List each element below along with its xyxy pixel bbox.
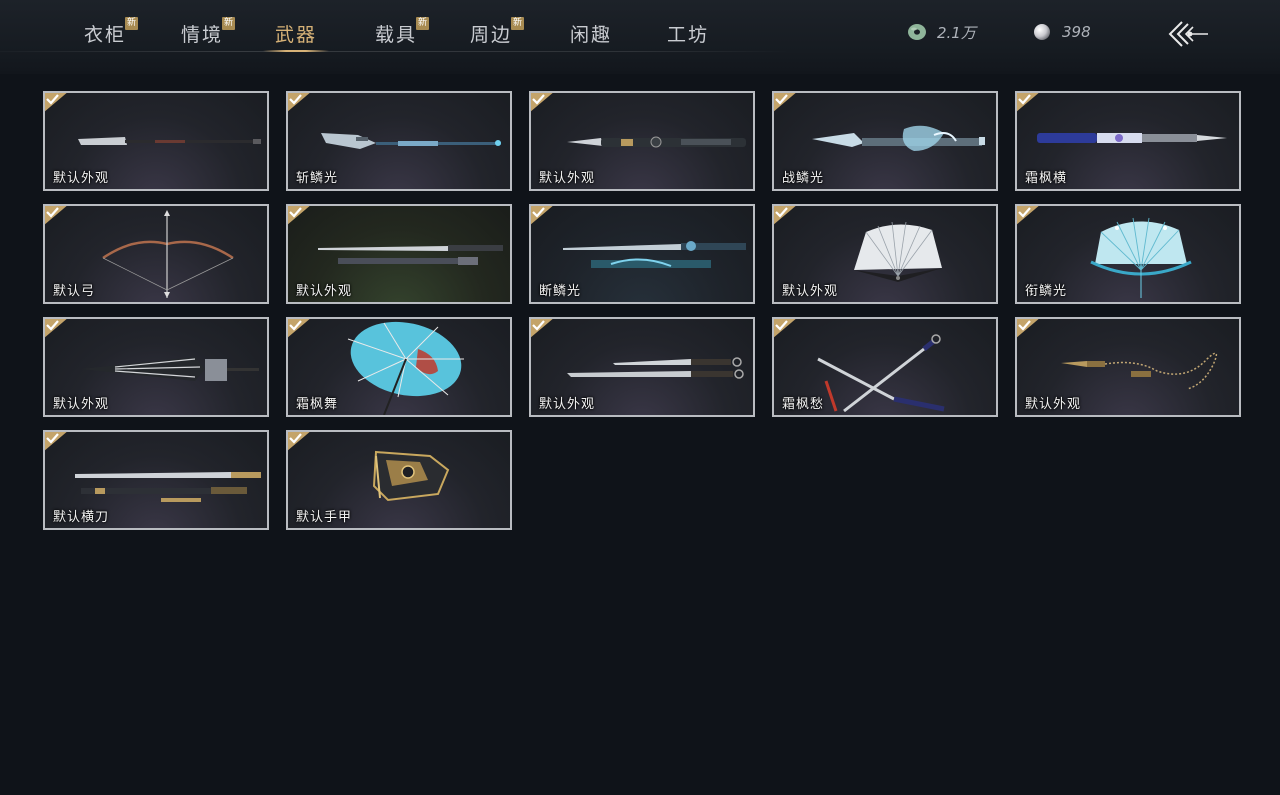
weapon-card[interactable]: 默认外观 <box>1015 317 1241 417</box>
owned-check-icon <box>288 319 310 338</box>
tab-scenes[interactable]: 情境 新 <box>181 17 236 52</box>
tab-vehicles[interactable]: 载具 新 <box>375 17 430 52</box>
tab-label: 载具 <box>375 24 418 46</box>
top-bar: 衣柜 新 情境 新 武器 载具 新 周边 新 闲趣 工坊 2.1万 398 <box>0 0 1280 74</box>
tab-label: 衣柜 <box>84 24 127 46</box>
weapon-card[interactable]: 霜枫愁 <box>772 317 998 417</box>
tab-label: 周边 <box>470 24 513 46</box>
weapon-card[interactable]: 默认外观 <box>286 204 512 304</box>
jade-coin-icon <box>908 24 926 40</box>
weapon-name: 默认外观 <box>296 284 353 299</box>
owned-check-icon <box>45 319 67 338</box>
owned-check-icon <box>774 319 796 338</box>
tab-label: 闲趣 <box>570 24 613 46</box>
tab-workshop[interactable]: 工坊 <box>667 20 709 52</box>
jade-currency: 2.1万 <box>907 22 976 42</box>
owned-check-icon <box>1017 319 1039 338</box>
weapon-card[interactable]: 默认外观 <box>529 91 755 191</box>
new-badge: 新 <box>222 17 236 30</box>
owned-check-icon <box>531 206 553 225</box>
weapon-name: 霜枫愁 <box>782 397 825 412</box>
weapon-card[interactable]: 霜枫横 <box>1015 91 1241 191</box>
weapon-card[interactable]: 衔鳞光 <box>1015 204 1241 304</box>
tab-label: 工坊 <box>667 24 710 46</box>
owned-check-icon <box>288 93 310 112</box>
weapon-name: 默认横刀 <box>53 510 110 525</box>
owned-check-icon <box>1017 93 1039 112</box>
weapon-card[interactable]: 断鳞光 <box>529 204 755 304</box>
owned-check-icon <box>45 206 67 225</box>
pearl-currency: 398 <box>1032 22 1091 42</box>
weapon-name: 断鳞光 <box>539 284 582 299</box>
owned-check-icon <box>531 319 553 338</box>
weapon-name: 战鳞光 <box>782 171 825 186</box>
pearl-icon <box>1034 24 1050 40</box>
weapon-card[interactable]: 默认横刀 <box>43 430 269 530</box>
owned-check-icon <box>774 93 796 112</box>
owned-check-icon <box>1017 206 1039 225</box>
weapon-card[interactable]: 斩鳞光 <box>286 91 512 191</box>
owned-check-icon <box>288 432 310 451</box>
weapon-card[interactable]: 战鳞光 <box>772 91 998 191</box>
pearl-amount: 398 <box>1062 23 1091 41</box>
tab-leisure[interactable]: 闲趣 <box>570 20 612 52</box>
owned-check-icon <box>774 206 796 225</box>
weapon-card[interactable]: 默认弓 <box>43 204 269 304</box>
weapon-name: 衔鳞光 <box>1025 284 1068 299</box>
weapon-card[interactable]: 默认外观 <box>529 317 755 417</box>
weapon-card[interactable]: 霜枫舞 <box>286 317 512 417</box>
weapon-name: 默认外观 <box>53 397 110 412</box>
weapon-card[interactable]: 默认外观 <box>772 204 998 304</box>
back-button[interactable] <box>1166 18 1212 50</box>
active-tab-underline <box>263 50 330 52</box>
back-arrow-icon <box>1168 21 1208 47</box>
new-badge: 新 <box>416 17 430 30</box>
weapon-card[interactable]: 默认手甲 <box>286 430 512 530</box>
weapon-name: 默认外观 <box>1025 397 1082 412</box>
weapon-name: 默认弓 <box>53 284 96 299</box>
owned-check-icon <box>45 93 67 112</box>
tab-label: 武器 <box>275 24 318 46</box>
weapon-name: 斩鳞光 <box>296 171 339 186</box>
weapon-name: 默认外观 <box>53 171 110 186</box>
tab-merch[interactable]: 周边 新 <box>470 17 525 52</box>
weapon-name: 默认手甲 <box>296 510 353 525</box>
tab-weapons[interactable]: 武器 <box>263 20 330 52</box>
owned-check-icon <box>45 432 67 451</box>
jade-amount: 2.1万 <box>937 23 976 42</box>
tab-label: 情境 <box>181 24 224 46</box>
owned-check-icon <box>288 206 310 225</box>
weapon-name: 霜枫舞 <box>296 397 339 412</box>
weapon-name: 默认外观 <box>782 284 839 299</box>
weapon-name: 默认外观 <box>539 397 596 412</box>
new-badge: 新 <box>125 17 139 30</box>
weapon-name: 霜枫横 <box>1025 171 1068 186</box>
tab-wardrobe[interactable]: 衣柜 新 <box>84 17 139 52</box>
owned-check-icon <box>531 93 553 112</box>
weapon-card[interactable]: 默认外观 <box>43 91 269 191</box>
weapon-name: 默认外观 <box>539 171 596 186</box>
new-badge: 新 <box>511 17 525 30</box>
weapon-card[interactable]: 默认外观 <box>43 317 269 417</box>
